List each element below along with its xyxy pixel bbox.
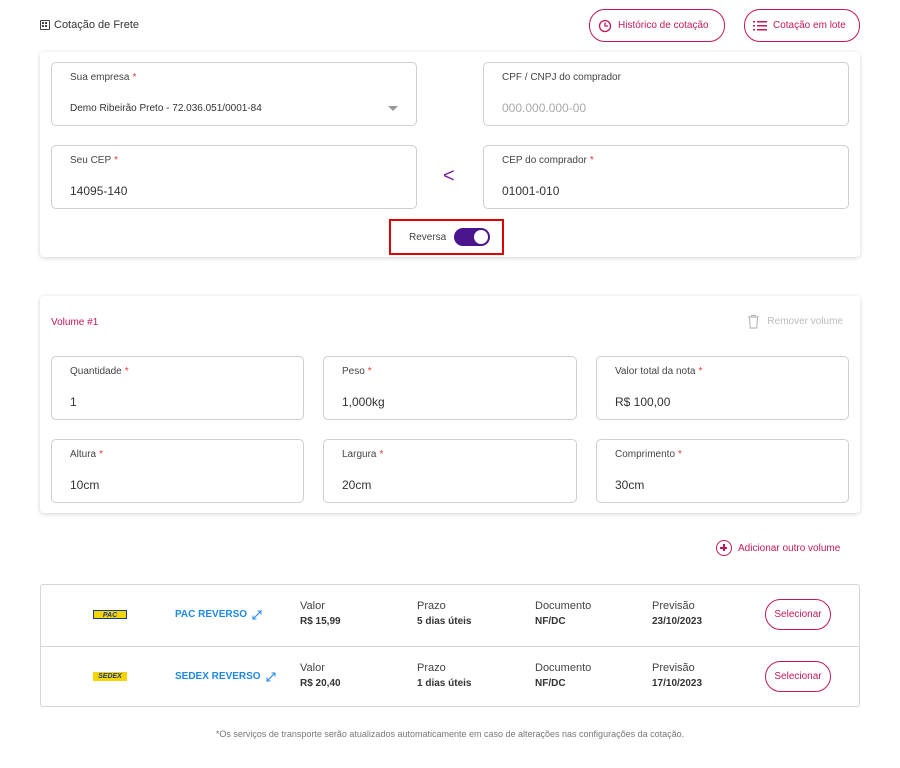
required-mark: * [589, 155, 594, 166]
required-mark: * [99, 449, 104, 460]
destination-cep-label: CEP do comprador [502, 155, 587, 166]
destination-cep-value: 01001-010 [502, 184, 560, 198]
valor-header: Valor [300, 662, 325, 674]
quantity-value: 1 [70, 395, 77, 409]
history-icon [598, 19, 612, 32]
valor-value: R$ 20,40 [300, 678, 341, 689]
select-button[interactable]: Selecionar [765, 661, 831, 692]
previsao-header: Previsão [652, 662, 695, 674]
invoice-value-label: Valor total da nota [615, 366, 696, 377]
select-button[interactable]: Selecionar [765, 599, 831, 630]
batch-quote-button-label: Cotação em lote [773, 20, 846, 31]
height-label: Altura [70, 449, 97, 460]
add-volume-button[interactable]: Adicionar outro volume [716, 540, 840, 556]
service-link[interactable]: SEDEX REVERSO [175, 671, 276, 682]
required-mark: * [132, 72, 137, 83]
shipping-options-table: PAC PAC REVERSO Valor R$ 15,99 Prazo 5 dia… [40, 584, 860, 707]
invoice-value-value: R$ 100,00 [615, 395, 671, 409]
footnote: *Os serviços de transporte serão atualiz… [215, 729, 685, 739]
documento-value: NF/DC [535, 616, 566, 627]
origin-cep-field[interactable]: Seu CEP * 14095-140 [51, 145, 417, 209]
previsao-header: Previsão [652, 600, 695, 612]
expand-icon [252, 610, 262, 619]
length-value: 30cm [615, 478, 645, 492]
length-label: Comprimento [615, 449, 676, 460]
page-title-text: Cotação de Frete [54, 19, 139, 31]
plus-circle-icon [716, 540, 732, 556]
required-mark: * [124, 366, 129, 377]
weight-value: 1,000kg [342, 395, 385, 409]
length-field[interactable]: Comprimento * 30cm [596, 439, 849, 503]
buyer-document-field[interactable]: CPF / CNPJ do comprador 000.000.000-00 [483, 62, 849, 126]
documento-header: Documento [535, 600, 592, 612]
documento-value: NF/DC [535, 678, 566, 689]
previsao-value: 23/10/2023 [652, 616, 703, 627]
company-select[interactable]: Sua empresa * Demo Ribeirão Preto - 72.03… [51, 62, 417, 126]
documento-header: Documento [535, 662, 592, 674]
prazo-value: 1 dias úteis [417, 678, 472, 689]
valor-value: R$ 15,99 [300, 616, 341, 627]
origin-cep-label: Seu CEP [70, 155, 112, 166]
add-volume-label: Adicionar outro volume [738, 542, 841, 554]
buyer-document-label: CPF / CNPJ do comprador [502, 72, 621, 83]
expand-icon [266, 672, 276, 681]
origin-cep-value: 14095-140 [70, 184, 128, 198]
required-mark: * [367, 366, 372, 377]
reversa-highlight: Reversa [389, 219, 504, 255]
buyer-document-placeholder: 000.000.000-00 [502, 101, 587, 115]
list-icon [753, 20, 767, 30]
required-mark: * [678, 449, 682, 460]
width-label: Largura [342, 449, 377, 460]
weight-label: Peso [342, 366, 365, 377]
required-mark: * [379, 449, 384, 460]
calculator-icon [40, 20, 50, 30]
reversa-label: Reversa [409, 231, 447, 243]
remove-volume-label: Remover volume [767, 316, 843, 327]
width-value: 20cm [342, 478, 372, 492]
valor-header: Valor [300, 600, 325, 612]
sedex-logo: SEDEX [93, 672, 127, 681]
history-button[interactable]: Histórico de cotação [589, 9, 725, 42]
height-value: 10cm [70, 478, 100, 492]
history-button-label: Histórico de cotação [618, 20, 709, 31]
quantity-label: Quantidade [70, 366, 122, 377]
trash-icon [748, 314, 760, 329]
required-mark: * [114, 155, 119, 166]
invoice-value-field[interactable]: Valor total da nota * R$ 100,00 [596, 356, 849, 420]
prazo-header: Prazo [417, 662, 446, 674]
chevron-down-icon [388, 106, 398, 111]
quantity-field[interactable]: Quantidade * 1 [51, 356, 304, 420]
pac-logo: PAC [93, 610, 127, 619]
batch-quote-button[interactable]: Cotação em lote [744, 9, 860, 42]
service-name: PAC REVERSO [175, 609, 248, 620]
volume-card: Volume #1 Remover volume Quantidade * 1 P… [40, 296, 860, 513]
width-field[interactable]: Largura * 20cm [323, 439, 577, 503]
address-card: Sua empresa * Demo Ribeirão Preto - 72.03… [40, 52, 860, 257]
destination-cep-field[interactable]: CEP do comprador * 01001-010 [483, 145, 849, 209]
prazo-value: 5 dias úteis [417, 616, 472, 627]
previsao-value: 17/10/2023 [652, 678, 703, 689]
service-link[interactable]: PAC REVERSO [175, 609, 262, 620]
weight-field[interactable]: Peso * 1,000kg [323, 356, 577, 420]
remove-volume-button[interactable]: Remover volume [747, 314, 843, 329]
company-value: Demo Ribeirão Preto - 72.036.051/0001-84 [70, 103, 262, 114]
company-label: Sua empresa [70, 72, 130, 83]
reversa-toggle[interactable] [454, 228, 491, 246]
table-row: PAC PAC REVERSO Valor R$ 15,99 Prazo 5 dia… [41, 585, 859, 646]
page-title: Cotação de Frete [40, 19, 139, 31]
table-row: SEDEX SEDEX REVERSO Valor R$ 20,40 Prazo 1… [41, 646, 859, 707]
required-mark: * [698, 366, 703, 377]
swap-cep-icon[interactable]: < [443, 166, 457, 186]
volume-title: Volume #1 [51, 317, 99, 328]
prazo-header: Prazo [417, 600, 446, 612]
service-name: SEDEX REVERSO [175, 671, 261, 682]
height-field[interactable]: Altura * 10cm [51, 439, 304, 503]
